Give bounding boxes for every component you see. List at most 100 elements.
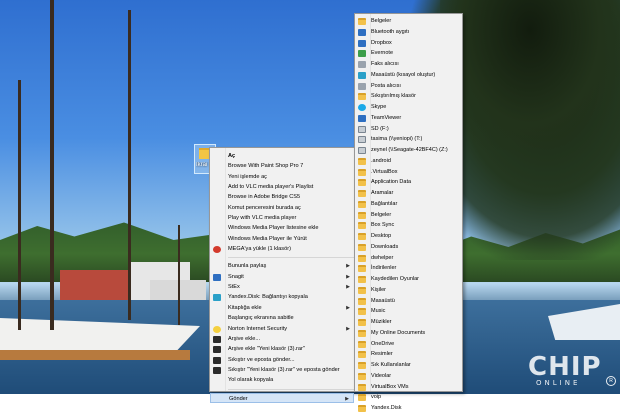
send-to-item-belgeler[interactable]: Belgeler (355, 210, 462, 221)
send-to-item-yandex-disk[interactable]: Yandex.Disk (355, 403, 462, 414)
folder-icon (358, 340, 366, 348)
folder-icon (358, 383, 366, 391)
context-item-windows-media-player-listesine-ekle[interactable]: Windows Media Player listesine ekle (210, 223, 354, 233)
folder-icon (358, 211, 366, 219)
context-item-arsive-ekle-yeni-klasor-3-rar[interactable]: Arşive ekle "Yeni klasör (3).rar" (210, 344, 354, 354)
context-menu: Aç Browse With Paint Shop Pro 7 Yeni işlem… (209, 147, 355, 403)
context-item-play-with-vlc-media-player[interactable]: Play with VLC media player (210, 213, 354, 223)
context-item-yandex-disk-baglantiyi-kopyala[interactable]: Yandex.Disk: Bağlantıyı kopyala (210, 292, 354, 302)
send-to-item-label: Posta alıcısı (371, 82, 401, 89)
send-to-item-sikistirilmis-klasor[interactable]: Sıkıştırılmış klasör (355, 91, 462, 102)
zip-icon (358, 93, 366, 101)
send-to-item-masaustu[interactable]: Masaüstü (355, 296, 462, 307)
context-item-label: Yol olarak kopyala (228, 377, 274, 384)
send-to-item-evernote[interactable]: Evernote (355, 48, 462, 59)
send-to-item-label: Sık Kullanılanlar (371, 362, 411, 368)
send-to-item-kisiler[interactable]: Kişiler (355, 285, 462, 296)
send-to-item-muzikler[interactable]: Müzikler (355, 317, 462, 328)
send-to-item-teamviewer[interactable]: TeamViewer (355, 113, 462, 124)
send-to-item-label: SD (F:) (371, 125, 389, 132)
context-item-kitapliga-ekle[interactable]: Kitaplığa ekle ▶ (210, 303, 354, 313)
send-to-item-sd-f[interactable]: SD (F:) (355, 124, 462, 135)
send-to-item-tasima-yeniopi-t[interactable]: tasima (\\yeniopi) (T:) (355, 134, 462, 145)
wallpaper-mast (50, 0, 54, 330)
winrar-icon (213, 356, 221, 364)
send-to-item-label: Yandex.Disk (371, 405, 402, 411)
send-to-item-masaustu-kisayol-olustur[interactable]: Masaüstü (kısayol oluştur) (355, 70, 462, 81)
folder-icon (358, 179, 366, 187)
send-to-item-zeynel-seagate-42bf4c-z[interactable]: zeynel (\\Seagate-42BF4C) (Z:) (355, 145, 462, 156)
send-to-item-onedrive[interactable]: OneDrive (355, 339, 462, 350)
send-to-item-kaydedilen-oyunlar[interactable]: Kaydedilen Oyunlar (355, 274, 462, 285)
folder-icon (358, 254, 366, 262)
send-to-item-label: Kişiler (371, 286, 386, 293)
send-to-item-belgeler[interactable]: Belgeler (355, 16, 462, 27)
wallpaper-mast (178, 225, 180, 325)
chevron-right-icon: ▶ (346, 325, 350, 332)
context-item-yeni-islemde-ac[interactable]: Yeni işlemde aç (210, 172, 354, 182)
send-to-item-posta-alicisi[interactable]: Posta alıcısı (355, 81, 462, 92)
send-to-item-aramalar[interactable]: Aramalar (355, 188, 462, 199)
send-to-item-i-ndirilenler[interactable]: İndirilenler (355, 263, 462, 274)
send-to-item-skype[interactable]: Skype (355, 102, 462, 113)
context-item-arsive-ekle[interactable]: Arşive ekle... (210, 334, 354, 344)
context-item-norton-internet-security[interactable]: Norton Internet Security ▶ (210, 324, 354, 334)
context-item-komut-penceresini-burada-ac[interactable]: Komut penceresini burada aç (210, 203, 354, 213)
send-to-item-downloads[interactable]: Downloads (355, 242, 462, 253)
send-to-item-bluetooth-aygiti[interactable]: Bluetooth aygıtı (355, 27, 462, 38)
send-to-item-box-sync[interactable]: Box Sync (355, 220, 462, 231)
context-item-snagit[interactable]: Snagit ▶ (210, 272, 354, 282)
context-item-bununla-paylas[interactable]: Bununla paylaş ▶ (210, 261, 354, 271)
send-to-item-dwhelper[interactable]: dwhelper (355, 253, 462, 264)
norton-icon (213, 325, 221, 333)
context-item-windows-media-player-ile-yurut[interactable]: Windows Media Player ile Yürüt (210, 234, 354, 244)
context-item-sikistir-ve-eposta-gonder[interactable]: Sıkıştır ve eposta gönder... (210, 355, 354, 365)
context-item-label: Windows Media Player ile Yürüt (228, 235, 307, 242)
send-to-item-label: tasima (\\yeniopi) (T:) (371, 136, 423, 143)
wallpaper-mast (18, 80, 21, 330)
folder-icon (358, 233, 366, 240)
context-item-sikistir-yeni-klasor-3-rar-ve-eposta-gonder[interactable]: Sıkıştır "Yeni klasör (3).rar" ve eposta… (210, 365, 354, 375)
context-item-label: StEx (228, 284, 240, 291)
context-item-yol-olarak-kopyala[interactable]: Yol olarak kopyala (210, 375, 354, 385)
send-to-item-application-data[interactable]: Application Data (355, 177, 462, 188)
send-to-item-my-online-documents[interactable]: My Online Documents (355, 328, 462, 339)
context-item-add-to-vlc-media-player-s-playlist[interactable]: Add to VLC media player's Playlist (210, 182, 354, 192)
send-to-item-virtualbox-vms[interactable]: VirtualBox VMs (355, 382, 462, 393)
context-item-gonder[interactable]: Gönder ▶ (210, 392, 354, 403)
send-to-item-resimler[interactable]: Resimler (355, 349, 462, 360)
bluetooth-icon (358, 28, 366, 36)
send-to-item-android[interactable]: .android (355, 156, 462, 167)
send-to-item-faks-alicisi[interactable]: Faks alıcısı (355, 59, 462, 70)
context-item-baslangic-ekranina-sabitle[interactable]: Başlangıç ekranına sabitle (210, 313, 354, 323)
folder-icon (358, 297, 366, 305)
context-item-label: Başlangıç ekranına sabitle (228, 315, 294, 322)
send-to-item-music[interactable]: Music (355, 306, 462, 317)
send-to-item-label: zeynel (\\Seagate-42BF4C) (Z:) (371, 147, 448, 153)
send-to-item-virtualbox[interactable]: .VirtualBox (355, 167, 462, 178)
send-to-item-label: Bluetooth aygıtı (371, 28, 410, 35)
context-item-ac[interactable]: Aç (210, 151, 354, 161)
context-item-mega-ya-yukle-1-klasor[interactable]: MEGA'ya yükle (1 klasör) (210, 244, 354, 254)
folder-icon (358, 405, 366, 412)
send-to-item-dropbox[interactable]: Dropbox (355, 38, 462, 49)
send-to-item-label: My Online Documents (371, 329, 426, 336)
send-to-item-label: OneDrive (371, 340, 395, 347)
chevron-right-icon: ▶ (346, 284, 350, 291)
send-to-item-baglantilar[interactable]: Bağlantılar (355, 199, 462, 210)
context-item-label: Kitaplığa ekle (228, 304, 262, 311)
send-to-item-label: Masaüstü (371, 297, 395, 304)
send-to-item-sik-kullanilanlar[interactable]: Sık Kullanılanlar (355, 360, 462, 371)
context-item-label: Yandex.Disk: Bağlantıyı kopyala (228, 294, 308, 301)
context-item-label: Sıkıştır "Yeni klasör (3).rar" ve eposta… (228, 366, 340, 373)
send-to-item-videolar[interactable]: Videolar (355, 371, 462, 382)
send-to-item-desktop[interactable]: Desktop (355, 231, 462, 242)
context-item-stex[interactable]: StEx ▶ (210, 282, 354, 292)
send-to-item-label: .VirtualBox (371, 168, 398, 175)
context-item-browse-in-adobe-bridge-cs5[interactable]: Browse in Adobe Bridge CS5 (210, 192, 354, 202)
context-item-label: Bununla paylaş (228, 263, 267, 270)
winrar-icon (213, 366, 221, 374)
send-to-item-label: Müzikler (371, 319, 392, 325)
send-to-item-label: Dropbox (371, 39, 392, 46)
context-item-browse-with-paint-shop-pro-7[interactable]: Browse With Paint Shop Pro 7 (210, 161, 354, 171)
